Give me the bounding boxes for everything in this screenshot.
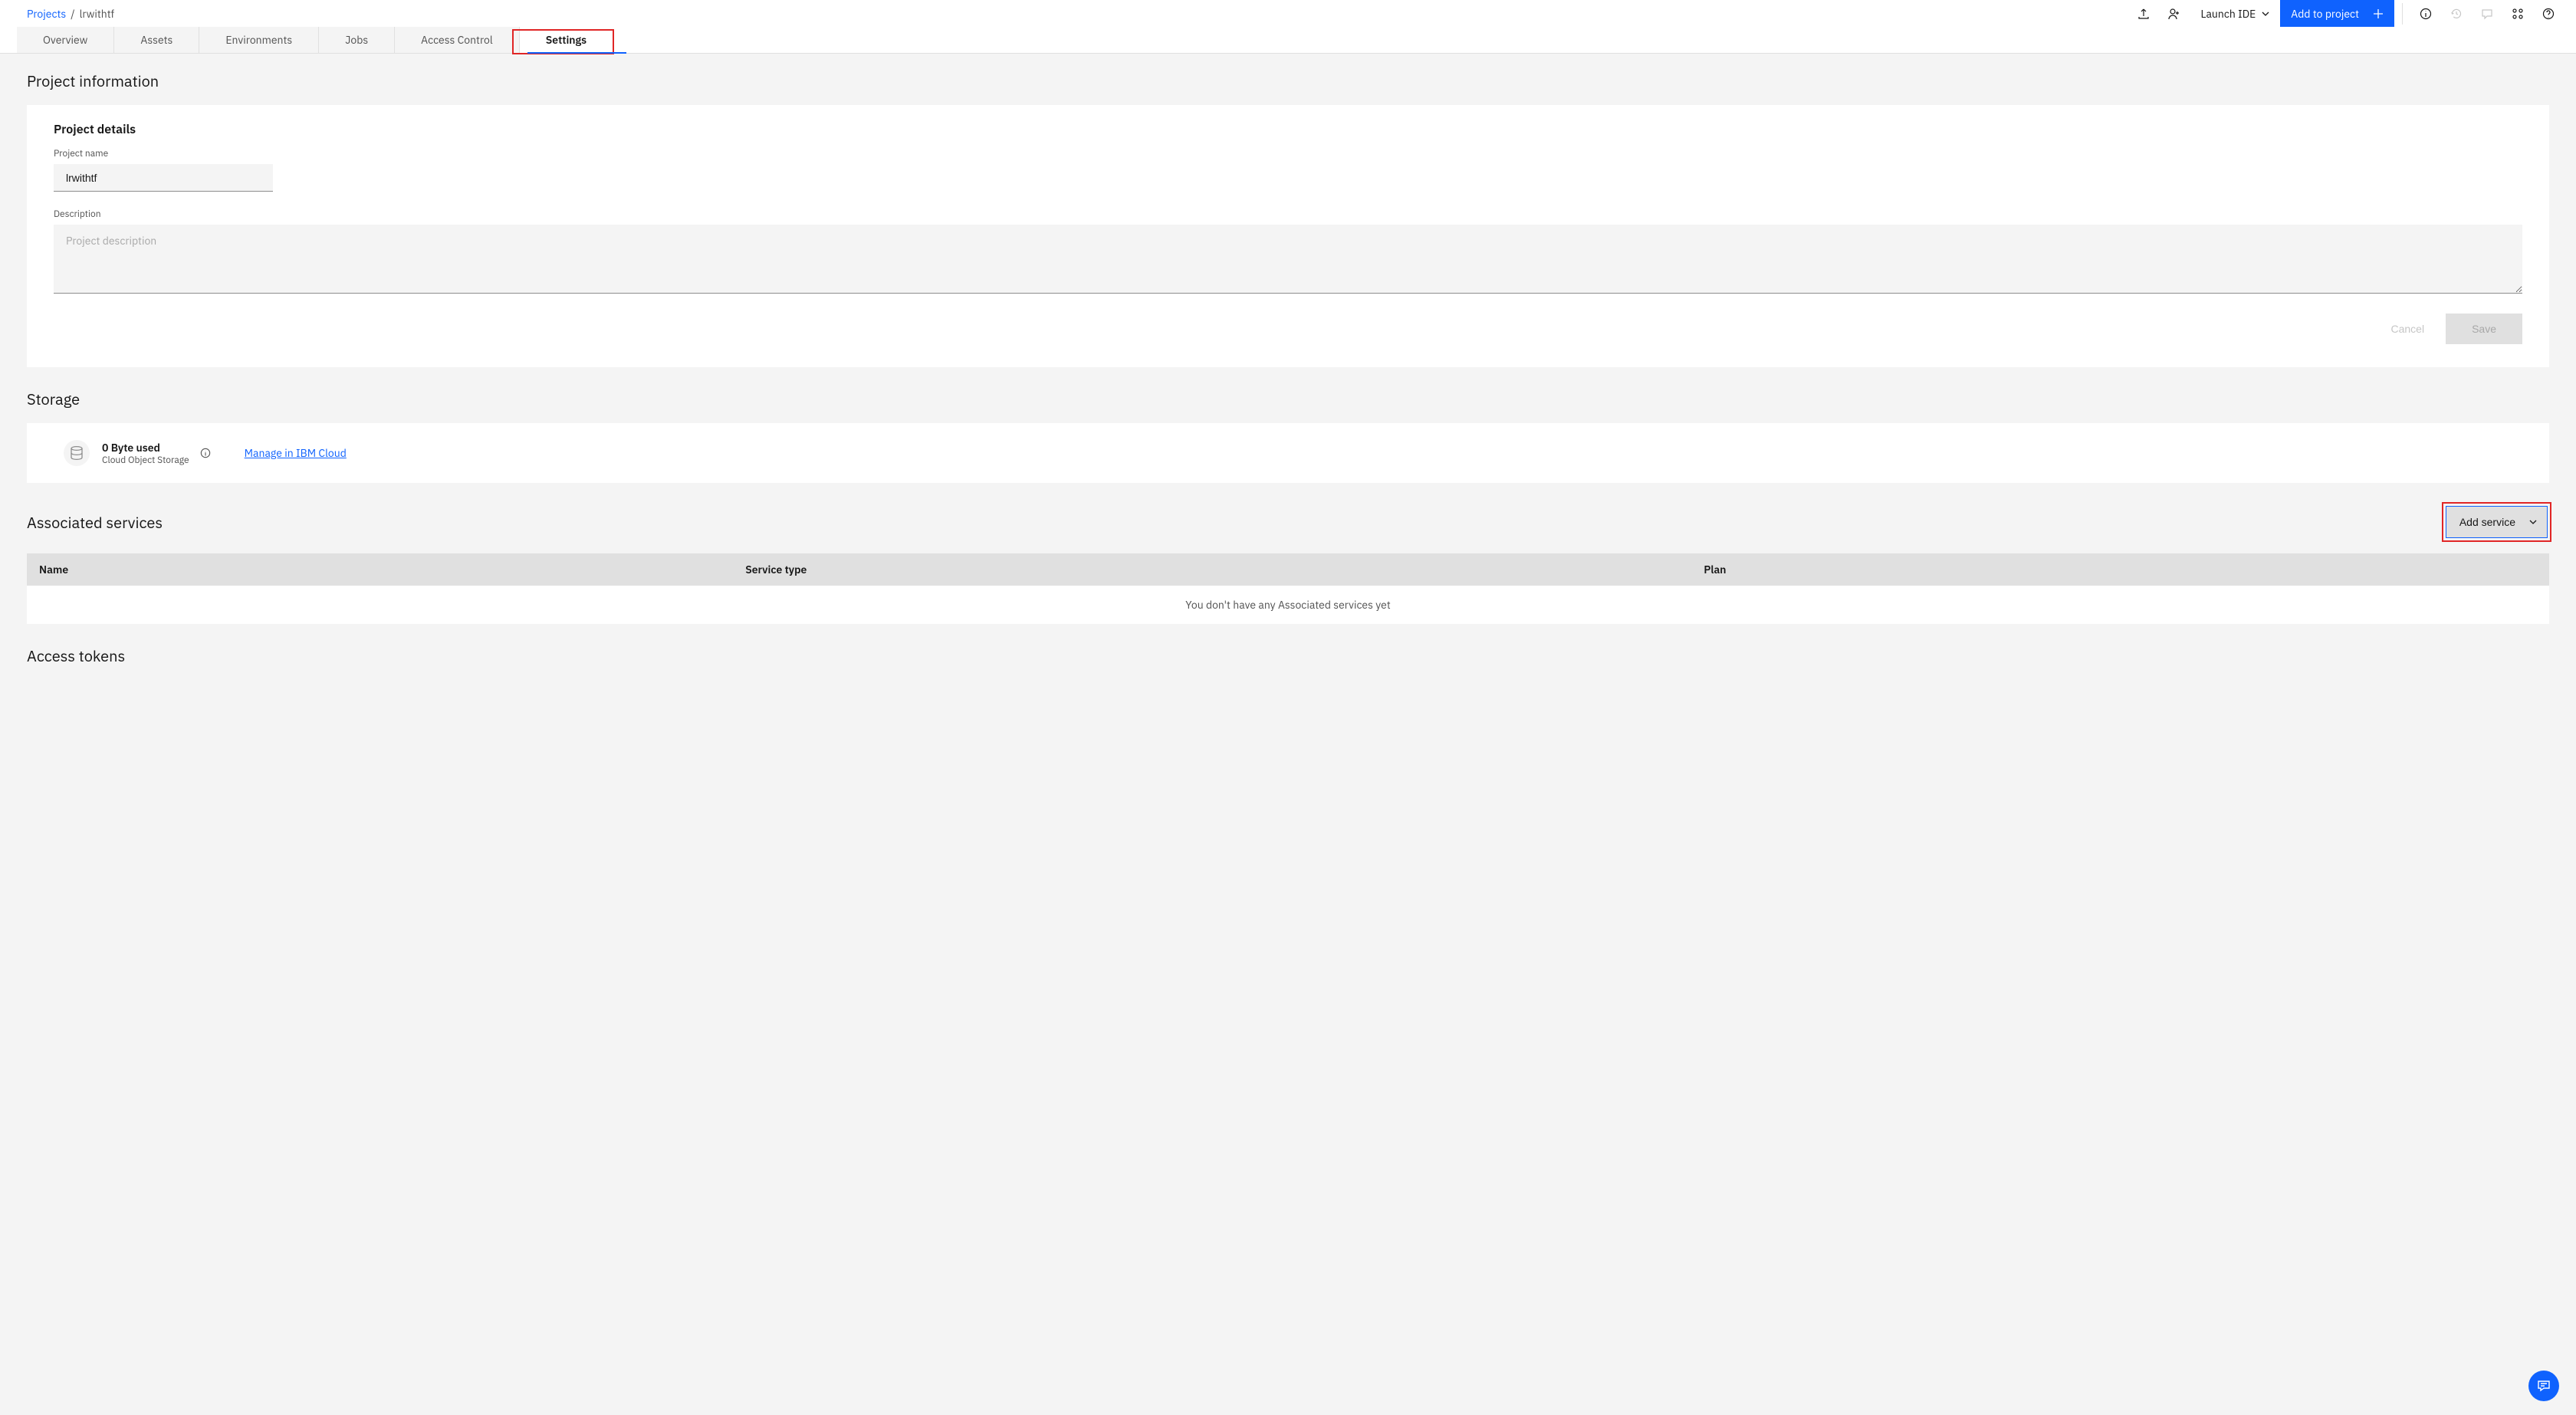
tab-jobs[interactable]: Jobs: [318, 27, 394, 53]
manage-storage-link[interactable]: Manage in IBM Cloud: [245, 446, 347, 460]
project-information-title: Project information: [27, 71, 2549, 91]
breadcrumb-separator: /: [71, 7, 74, 21]
chevron-down-icon: [2529, 520, 2537, 524]
project-name-input[interactable]: [54, 164, 273, 192]
launch-ide-label: Launch IDE: [2200, 7, 2256, 21]
breadcrumb-projects-link[interactable]: Projects: [27, 7, 66, 21]
tab-environments[interactable]: Environments: [199, 27, 318, 53]
storage-card: 0 Byte used Cloud Object Storage Manage …: [27, 423, 2549, 483]
chat-icon: [2537, 1379, 2551, 1393]
info-icon[interactable]: [2410, 0, 2441, 29]
breadcrumb-current: lrwithtf: [80, 7, 114, 21]
storage-info-icon[interactable]: [200, 448, 211, 458]
description-label: Description: [54, 208, 2522, 220]
col-header-type: Service type: [733, 553, 1691, 586]
add-service-label: Add service: [2459, 516, 2515, 528]
upload-icon[interactable]: [2128, 0, 2159, 29]
plus-icon: [2373, 8, 2384, 19]
add-to-project-button[interactable]: Add to project: [2280, 0, 2394, 27]
services-empty-row: You don't have any Associated services y…: [27, 586, 2549, 624]
cancel-button[interactable]: Cancel: [2377, 314, 2438, 344]
storage-cylinder-icon: [64, 440, 90, 466]
history-icon[interactable]: [2441, 0, 2472, 29]
project-details-card: Project details Project name Description…: [27, 105, 2549, 367]
chat-fab-button[interactable]: [2528, 1371, 2559, 1401]
add-to-project-label: Add to project: [2291, 7, 2359, 21]
storage-service-name: Cloud Object Storage: [102, 455, 189, 466]
tab-overview[interactable]: Overview: [17, 27, 113, 53]
col-header-name: Name: [27, 553, 733, 586]
col-header-plan: Plan: [1691, 553, 2549, 586]
add-user-icon[interactable]: [2159, 0, 2190, 29]
add-service-button[interactable]: Add service: [2446, 507, 2547, 537]
services-table: Name Service type Plan You don't have an…: [27, 553, 2549, 624]
save-button[interactable]: Save: [2446, 314, 2522, 344]
storage-usage-text: 0 Byte used: [102, 441, 189, 455]
tabs-row: Overview Assets Environments Jobs Access…: [0, 27, 2576, 54]
description-textarea[interactable]: [54, 225, 2522, 294]
chevron-down-icon: [2262, 11, 2269, 16]
tab-settings[interactable]: Settings: [519, 27, 613, 53]
associated-services-title: Associated services: [27, 512, 163, 533]
data-icon[interactable]: [2502, 0, 2533, 29]
breadcrumb: Projects / lrwithtf: [27, 7, 114, 21]
project-name-label: Project name: [54, 148, 2522, 159]
help-icon[interactable]: [2533, 0, 2564, 29]
project-details-heading: Project details: [54, 122, 2522, 137]
tab-access-control[interactable]: Access Control: [394, 27, 519, 53]
storage-title: Storage: [27, 389, 2549, 409]
tab-settings-label: Settings: [546, 33, 586, 47]
tab-assets[interactable]: Assets: [113, 27, 199, 53]
launch-ide-dropdown[interactable]: Launch IDE: [2190, 7, 2280, 21]
comment-icon[interactable]: [2472, 0, 2502, 29]
access-tokens-title: Access tokens: [27, 645, 2549, 666]
